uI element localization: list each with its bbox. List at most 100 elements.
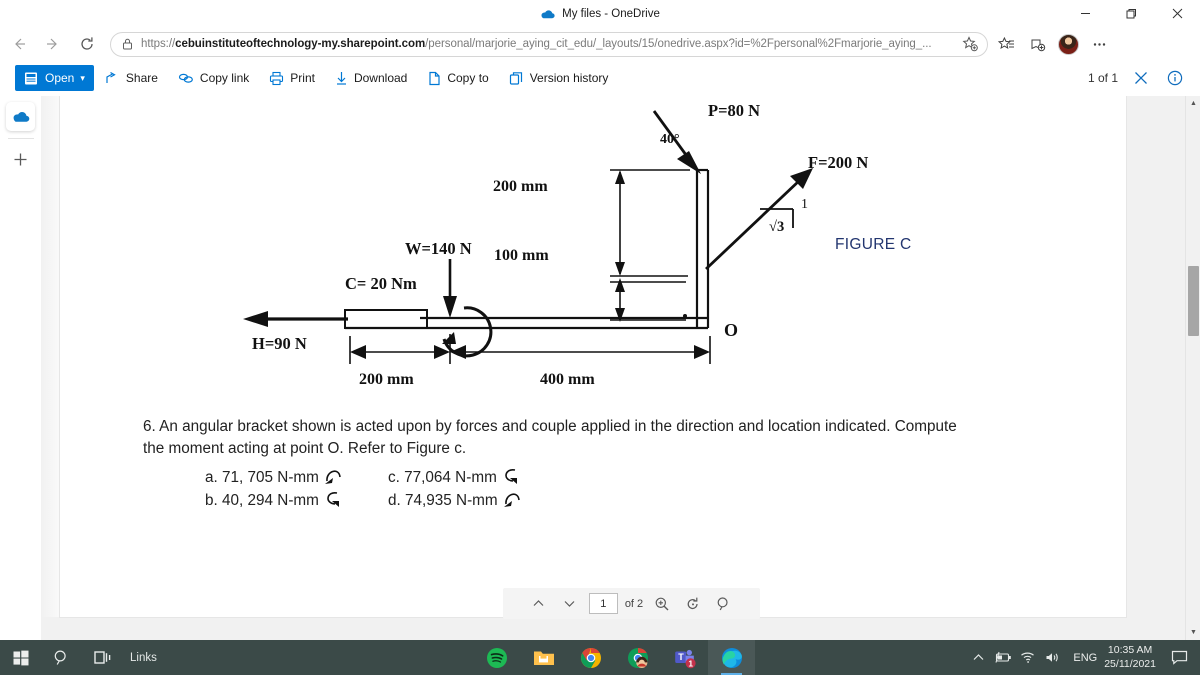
toolbar-right-group: 1 of 1: [1088, 67, 1186, 89]
info-icon[interactable]: [1164, 67, 1186, 89]
counterclockwise-arrow-icon: [323, 466, 353, 486]
favorites-list-icon[interactable]: [992, 30, 1021, 59]
url-path: /personal/marjorie_aying_cit_edu/_layout…: [425, 38, 932, 50]
open-file-icon: [24, 71, 39, 86]
choice-b[interactable]: b. 40, 294 N-mm: [143, 489, 388, 512]
file-position-indicator: 1 of 1: [1087, 71, 1118, 85]
chrome-profile-icon[interactable]: [614, 640, 661, 675]
tab-title: My files - OneDrive: [562, 7, 660, 20]
microsoft-teams-icon[interactable]: T 1: [661, 640, 708, 675]
copy-link-label: Copy link: [199, 71, 250, 85]
taskbar-system-tray: ENG 10:35 AM 25/11/2021: [966, 640, 1192, 675]
svg-text:T: T: [678, 652, 684, 662]
rotate-icon[interactable]: [681, 593, 705, 615]
refresh-icon[interactable]: [72, 29, 102, 59]
file-explorer-icon[interactable]: [520, 640, 567, 675]
document-page: H=90 N W=140 N C= 20 Nm P=80 N 40° F=200…: [60, 96, 1126, 619]
scroll-up-arrow-icon[interactable]: ▲: [1186, 96, 1200, 111]
dim-200mm-vertical: 200 mm: [493, 178, 548, 195]
label-P: P=80 N: [708, 101, 760, 120]
chevron-up-icon[interactable]: [527, 593, 551, 615]
clockwise-arrow-icon: [501, 466, 531, 486]
dim-200mm-horizontal: 200 mm: [359, 371, 414, 388]
question-line-2: the moment acting at point O. Refer to F…: [143, 439, 467, 457]
action-center-icon[interactable]: [1166, 640, 1192, 675]
choice-row-2: b. 40, 294 N-mm d. 74,935 N-mm: [143, 489, 783, 512]
document-viewer[interactable]: H=90 N W=140 N C= 20 Nm P=80 N 40° F=200…: [41, 96, 1185, 640]
teams-badge-count: 1: [688, 658, 693, 668]
bracket-free-body-diagram: H=90 N W=140 N C= 20 Nm P=80 N 40° F=200…: [243, 101, 868, 388]
minimize-button[interactable]: [1062, 0, 1108, 27]
language-indicator[interactable]: ENG: [1073, 652, 1097, 664]
show-hidden-icons-chevron[interactable]: [966, 640, 991, 675]
navigation-bar: https://cebuinstituteoftechnology-my.sha…: [0, 27, 1200, 61]
version-history-button[interactable]: Version history: [500, 65, 618, 91]
taskbar-apps: T 1: [473, 640, 755, 675]
question-block: 6. An angular bracket shown is acted upo…: [143, 416, 1133, 512]
spotify-icon[interactable]: [473, 640, 520, 675]
chrome-icon[interactable]: [567, 640, 614, 675]
task-view-icon[interactable]: [82, 640, 123, 675]
windows-start-icon[interactable]: [0, 640, 41, 675]
label-W: W=140 N: [405, 239, 472, 258]
dim-100mm-vertical: 100 mm: [494, 247, 549, 264]
answer-choices: a. 71, 705 N-mm c. 77,064 N-mm b. 40, 29…: [143, 466, 783, 511]
choice-d-text: d. 74,935 N-mm: [388, 492, 498, 510]
choice-a[interactable]: a. 71, 705 N-mm: [143, 466, 388, 489]
pdf-navigation-toolbar: 1 of 2: [503, 588, 760, 619]
wifi-icon[interactable]: [1016, 640, 1041, 675]
page-left-gutter: [41, 96, 60, 617]
figure-caption: FIGURE C: [835, 236, 912, 253]
clock-date: 25/11/2021: [1104, 657, 1156, 670]
address-bar[interactable]: https://cebuinstituteoftechnology-my.sha…: [110, 31, 988, 57]
share-label: Share: [125, 71, 158, 85]
forward-arrow-icon[interactable]: [38, 29, 68, 59]
add-favorite-star-icon[interactable]: [959, 33, 981, 55]
user-avatar[interactable]: [1054, 30, 1083, 59]
microsoft-edge-icon[interactable]: [708, 640, 755, 675]
choice-d[interactable]: d. 74,935 N-mm: [388, 489, 633, 512]
label-slope-rise: 1: [801, 197, 808, 212]
chevron-down-icon[interactable]: [558, 593, 582, 615]
copy-to-button[interactable]: Copy to: [418, 65, 497, 91]
taskbar-search-icon[interactable]: [41, 640, 82, 675]
search-icon[interactable]: [712, 593, 736, 615]
browser-tab[interactable]: My files - OneDrive: [540, 8, 660, 20]
label-F: F=200 N: [808, 153, 868, 172]
add-sidebar-app-icon[interactable]: [6, 145, 35, 174]
collections-icon[interactable]: [1023, 30, 1052, 59]
vertical-scrollbar[interactable]: ▲ ▼: [1185, 96, 1200, 640]
choice-row-1: a. 71, 705 N-mm c. 77,064 N-mm: [143, 466, 783, 489]
battery-icon[interactable]: [991, 640, 1016, 675]
print-button[interactable]: Print: [260, 65, 324, 91]
back-arrow-icon[interactable]: [4, 29, 34, 59]
zoom-in-icon[interactable]: [650, 593, 674, 615]
label-slope-run: √3: [769, 219, 784, 235]
choice-c[interactable]: c. 77,064 N-mm: [388, 466, 633, 489]
choice-a-text: a. 71, 705 N-mm: [205, 469, 319, 487]
copy-link-button[interactable]: Copy link: [169, 65, 258, 91]
lock-icon: [120, 38, 134, 50]
sidebar-divider: [7, 138, 34, 139]
share-button[interactable]: Share: [96, 65, 167, 91]
copy-link-icon: [178, 71, 194, 86]
page-number-input[interactable]: 1: [588, 593, 618, 614]
close-window-button[interactable]: [1154, 0, 1200, 27]
figure-c-diagram: H=90 N W=140 N C= 20 Nm P=80 N 40° F=200…: [60, 96, 1126, 396]
taskbar-clock[interactable]: 10:35 AM 25/11/2021: [1104, 644, 1156, 671]
more-options-ellipsis-icon[interactable]: [1085, 30, 1114, 59]
scrollbar-thumb[interactable]: [1188, 266, 1199, 336]
close-icon[interactable]: [1130, 67, 1152, 89]
download-button[interactable]: Download: [326, 65, 416, 91]
print-label: Print: [290, 71, 315, 85]
scroll-down-arrow-icon[interactable]: ▼: [1186, 625, 1200, 640]
open-button[interactable]: Open ▾: [15, 65, 94, 91]
onedrive-app-icon[interactable]: [6, 102, 35, 131]
choice-c-text: c. 77,064 N-mm: [388, 469, 497, 487]
open-button-label: Open: [45, 71, 75, 85]
maximize-restore-button[interactable]: [1108, 0, 1154, 27]
taskbar-links-label[interactable]: Links: [130, 652, 157, 664]
question-line-1: 6. An angular bracket shown is acted upo…: [143, 418, 957, 435]
download-label: Download: [353, 71, 408, 85]
volume-icon[interactable]: [1041, 640, 1066, 675]
